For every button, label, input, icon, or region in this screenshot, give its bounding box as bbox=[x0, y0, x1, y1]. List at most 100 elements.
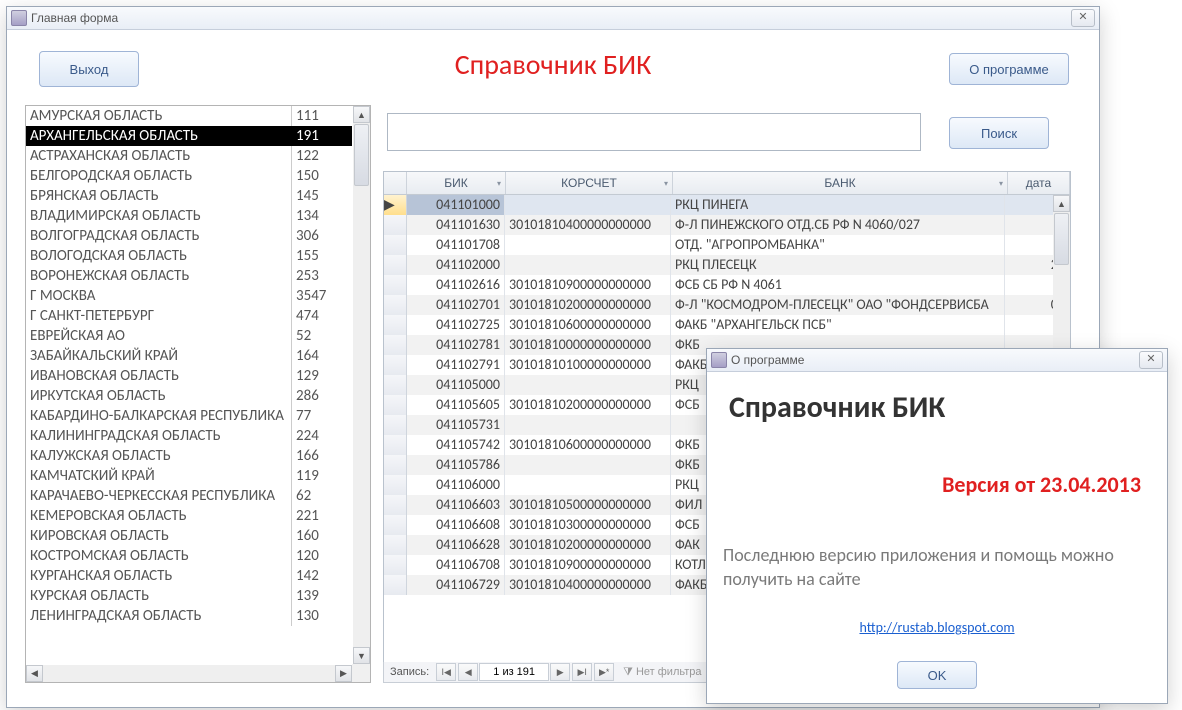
region-vertical-scrollbar[interactable]: ▲ ▼ bbox=[353, 106, 370, 664]
grid-row[interactable]: 041102000РКЦ ПЛЕСЕЦК20 bbox=[384, 255, 1070, 275]
region-row[interactable]: ВОЛОГОДСКАЯ ОБЛАСТЬ155 bbox=[26, 246, 352, 266]
region-row[interactable]: КОСТРОМСКАЯ ОБЛАСТЬ120 bbox=[26, 546, 352, 566]
region-row[interactable]: КИРОВСКАЯ ОБЛАСТЬ160 bbox=[26, 526, 352, 546]
row-selector[interactable] bbox=[384, 435, 407, 455]
region-row[interactable]: ЕВРЕЙСКАЯ АО52 bbox=[26, 326, 352, 346]
region-row[interactable]: ЗАБАЙКАЛЬСКИЙ КРАЙ164 bbox=[26, 346, 352, 366]
search-input[interactable] bbox=[387, 113, 921, 151]
region-row[interactable]: БРЯНСКАЯ ОБЛАСТЬ145 bbox=[26, 186, 352, 206]
grid-header-bank[interactable]: БАНК▾ bbox=[673, 172, 1008, 194]
grid-header-bik[interactable]: БИК▾ bbox=[407, 172, 506, 194]
row-selector[interactable] bbox=[384, 515, 407, 535]
main-close-button[interactable]: ✕ bbox=[1071, 9, 1095, 27]
recnav-position-input[interactable] bbox=[479, 663, 549, 681]
row-selector[interactable] bbox=[384, 475, 407, 495]
chevron-down-icon[interactable]: ▾ bbox=[497, 179, 501, 188]
grid-row[interactable]: ▶041101000РКЦ ПИНЕГА bbox=[384, 195, 1070, 215]
cell-bik: 041105731 bbox=[407, 415, 505, 435]
cell-korschet bbox=[505, 255, 671, 275]
row-selector[interactable] bbox=[384, 215, 407, 235]
row-selector[interactable] bbox=[384, 275, 407, 295]
region-row[interactable]: ВОЛГОГРАДСКАЯ ОБЛАСТЬ306 bbox=[26, 226, 352, 246]
row-selector[interactable] bbox=[384, 355, 407, 375]
row-selector[interactable] bbox=[384, 255, 407, 275]
row-selector[interactable] bbox=[384, 535, 407, 555]
region-row[interactable]: КАБАРДИНО-БАЛКАРСКАЯ РЕСПУБЛИКА77 bbox=[26, 406, 352, 426]
grid-row[interactable]: 041101708ОТД. "АГРОПРОМБАНКА" bbox=[384, 235, 1070, 255]
region-row[interactable]: ИРКУТСКАЯ ОБЛАСТЬ286 bbox=[26, 386, 352, 406]
region-count: 191 bbox=[292, 126, 342, 146]
scroll-up-icon[interactable]: ▲ bbox=[1053, 195, 1070, 212]
scroll-corner bbox=[352, 664, 370, 682]
region-row[interactable]: ЛЕНИНГРАДСКАЯ ОБЛАСТЬ130 bbox=[26, 606, 352, 626]
region-row[interactable]: КУРСКАЯ ОБЛАСТЬ139 bbox=[26, 586, 352, 606]
row-selector[interactable] bbox=[384, 235, 407, 255]
scroll-up-icon[interactable]: ▲ bbox=[353, 106, 370, 123]
grid-row[interactable]: 04110270130101810200000000000Ф-Л "КОСМОД… bbox=[384, 295, 1070, 315]
recnav-last-button[interactable]: ▶I bbox=[572, 663, 592, 681]
row-selector[interactable] bbox=[384, 295, 407, 315]
row-selector[interactable] bbox=[384, 335, 407, 355]
region-row[interactable]: КАЛИНИНГРАДСКАЯ ОБЛАСТЬ224 bbox=[26, 426, 352, 446]
region-count: 77 bbox=[292, 406, 342, 426]
recnav-next-button[interactable]: ▶ bbox=[550, 663, 570, 681]
region-row[interactable]: КАМЧАТСКИЙ КРАЙ119 bbox=[26, 466, 352, 486]
region-row[interactable]: КАРАЧАЕВО-ЧЕРКЕССКАЯ РЕСПУБЛИКА62 bbox=[26, 486, 352, 506]
exit-button[interactable]: Выход bbox=[39, 51, 139, 87]
region-row[interactable]: БЕЛГОРОДСКАЯ ОБЛАСТЬ150 bbox=[26, 166, 352, 186]
scroll-left-icon[interactable]: ◀ bbox=[26, 665, 43, 682]
grid-row[interactable]: 04110163030101810400000000000Ф-Л ПИНЕЖСК… bbox=[384, 215, 1070, 235]
about-button[interactable]: О программе bbox=[949, 53, 1069, 85]
row-selector[interactable] bbox=[384, 575, 407, 595]
scroll-down-icon[interactable]: ▼ bbox=[353, 647, 370, 664]
region-row[interactable]: Г МОСКВА3547 bbox=[26, 286, 352, 306]
region-horizontal-scrollbar[interactable]: ◀ ▶ bbox=[26, 665, 352, 682]
grid-row[interactable]: 04110272530101810600000000000ФАКБ "АРХАН… bbox=[384, 315, 1070, 335]
row-selector[interactable] bbox=[384, 395, 407, 415]
search-button[interactable]: Поиск bbox=[949, 117, 1049, 149]
row-selector[interactable] bbox=[384, 555, 407, 575]
main-titlebar: Главная форма ✕ bbox=[7, 7, 1099, 30]
row-selector[interactable] bbox=[384, 315, 407, 335]
region-row[interactable]: АРХАНГЕЛЬСКАЯ ОБЛАСТЬ191 bbox=[26, 126, 352, 146]
cell-bik: 041106608 bbox=[407, 515, 505, 535]
grid-row[interactable]: 04110261630101810900000000000ФСБ СБ РФ N… bbox=[384, 275, 1070, 295]
region-row[interactable]: ИВАНОВСКАЯ ОБЛАСТЬ129 bbox=[26, 366, 352, 386]
region-name: КАМЧАТСКИЙ КРАЙ bbox=[26, 466, 292, 486]
about-ok-button[interactable]: OK bbox=[897, 661, 977, 689]
region-row[interactable]: КАЛУЖСКАЯ ОБЛАСТЬ166 bbox=[26, 446, 352, 466]
about-version: Версия от 23.04.2013 bbox=[942, 471, 1141, 498]
chevron-down-icon[interactable]: ▾ bbox=[664, 179, 668, 188]
scroll-right-icon[interactable]: ▶ bbox=[335, 665, 352, 682]
row-selector[interactable] bbox=[384, 495, 407, 515]
row-selector[interactable] bbox=[384, 375, 407, 395]
row-selector[interactable]: ▶ bbox=[384, 195, 407, 215]
recnav-first-button[interactable]: I◀ bbox=[436, 663, 456, 681]
region-row[interactable]: АСТРАХАНСКАЯ ОБЛАСТЬ122 bbox=[26, 146, 352, 166]
about-close-button[interactable]: ✕ bbox=[1139, 351, 1163, 369]
cell-bik: 041102000 bbox=[407, 255, 505, 275]
region-name: ВОЛОГОДСКАЯ ОБЛАСТЬ bbox=[26, 246, 292, 266]
scroll-thumb[interactable] bbox=[1054, 213, 1069, 265]
scroll-thumb[interactable] bbox=[354, 124, 369, 186]
recnav-prev-button[interactable]: ◀ bbox=[458, 663, 478, 681]
about-link[interactable]: http://rustab.blogspot.com bbox=[707, 619, 1167, 636]
recnav-new-button[interactable]: ▶* bbox=[594, 663, 614, 681]
region-row[interactable]: ВОРОНЕЖСКАЯ ОБЛАСТЬ253 bbox=[26, 266, 352, 286]
region-row[interactable]: Г САНКТ-ПЕТЕРБУРГ474 bbox=[26, 306, 352, 326]
region-row[interactable]: АМУРСКАЯ ОБЛАСТЬ111 bbox=[26, 106, 352, 126]
row-selector[interactable] bbox=[384, 455, 407, 475]
region-row[interactable]: ВЛАДИМИРСКАЯ ОБЛАСТЬ134 bbox=[26, 206, 352, 226]
region-list-viewport[interactable]: АМУРСКАЯ ОБЛАСТЬ111АРХАНГЕЛЬСКАЯ ОБЛАСТЬ… bbox=[26, 106, 352, 664]
region-row[interactable]: КЕМЕРОВСКАЯ ОБЛАСТЬ221 bbox=[26, 506, 352, 526]
cell-bank: ОТД. "АГРОПРОМБАНКА" bbox=[671, 235, 1005, 255]
grid-header-selector[interactable] bbox=[384, 172, 407, 194]
chevron-down-icon[interactable]: ▾ bbox=[999, 179, 1003, 188]
grid-header-korschet[interactable]: КОРСЧЕТ▾ bbox=[506, 172, 673, 194]
region-count: 129 bbox=[292, 366, 342, 386]
grid-header-date[interactable]: дата bbox=[1008, 172, 1070, 194]
cell-bik: 041102701 bbox=[407, 295, 505, 315]
region-name: ВОРОНЕЖСКАЯ ОБЛАСТЬ bbox=[26, 266, 292, 286]
region-row[interactable]: КУРГАНСКАЯ ОБЛАСТЬ142 bbox=[26, 566, 352, 586]
row-selector[interactable] bbox=[384, 415, 407, 435]
